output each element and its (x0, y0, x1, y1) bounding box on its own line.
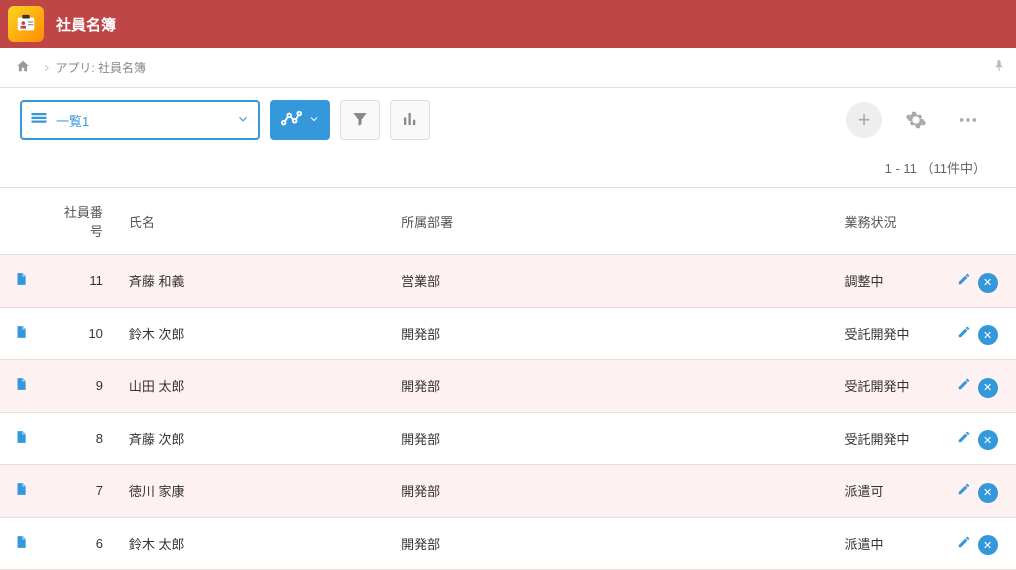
settings-button[interactable] (898, 102, 934, 138)
breadcrumb-text[interactable]: アプリ: 社員名簿 (55, 59, 146, 76)
cell-status: 調整中 (835, 255, 936, 308)
chevron-right-icon: › (44, 59, 49, 77)
cell-dept: 開発部 (391, 517, 834, 570)
pager-text: 1 - 11 （11件中） (0, 152, 1016, 187)
delete-button[interactable]: ✕ (978, 535, 998, 555)
delete-button[interactable]: ✕ (978, 273, 998, 293)
home-icon[interactable] (16, 59, 30, 76)
more-button[interactable] (950, 102, 986, 138)
delete-button[interactable]: ✕ (978, 430, 998, 450)
cell-dept: 開発部 (391, 307, 834, 360)
cell-status: 受託開発中 (835, 360, 936, 413)
edit-button[interactable] (954, 269, 974, 289)
records-table: 社員番号 氏名 所属部署 業務状況 11斉藤 和義営業部調整中✕10鈴木 次郎開… (0, 187, 1016, 570)
cell-status: 受託開発中 (835, 307, 936, 360)
cell-name: 山田 太郎 (119, 360, 391, 413)
app-icon (8, 6, 44, 42)
line-chart-icon (280, 108, 302, 133)
view-label: 一覧1 (56, 111, 236, 130)
edit-button[interactable] (954, 322, 974, 342)
edit-button[interactable] (954, 374, 974, 394)
cell-name: 鈴木 次郎 (119, 307, 391, 360)
col-id[interactable]: 社員番号 (42, 188, 119, 255)
table-row[interactable]: 6鈴木 太郎開発部派遣中 ✕ (0, 517, 1016, 570)
cell-status: 派遣可 (835, 465, 936, 518)
delete-button[interactable]: ✕ (978, 325, 998, 345)
breadcrumb: › アプリ: 社員名簿 (0, 48, 1016, 88)
chart-button[interactable] (390, 100, 430, 140)
cell-id: 8 (42, 412, 119, 465)
cell-dept: 開発部 (391, 465, 834, 518)
table-row[interactable]: 8斉藤 次郎開発部受託開発中 ✕ (0, 412, 1016, 465)
chevron-down-icon (308, 113, 320, 128)
cell-name: 斉藤 和義 (119, 255, 391, 308)
graph-button[interactable] (270, 100, 330, 140)
cell-dept: 営業部 (391, 255, 834, 308)
document-icon[interactable] (14, 538, 28, 553)
table-row[interactable]: 9山田 太郎開発部受託開発中 ✕ (0, 360, 1016, 413)
document-icon[interactable] (14, 275, 28, 290)
cell-name: 鈴木 太郎 (119, 517, 391, 570)
add-button[interactable]: + (846, 102, 882, 138)
cell-id: 9 (42, 360, 119, 413)
filter-button[interactable] (340, 100, 380, 140)
col-status[interactable]: 業務状況 (835, 188, 936, 255)
table-header-row: 社員番号 氏名 所属部署 業務状況 (0, 188, 1016, 255)
cell-dept: 開発部 (391, 360, 834, 413)
chevron-down-icon (236, 112, 250, 129)
app-header: 社員名簿 (0, 0, 1016, 48)
document-icon[interactable] (14, 380, 28, 395)
document-icon[interactable] (14, 485, 28, 500)
table-row[interactable]: 11斉藤 和義営業部調整中 ✕ (0, 255, 1016, 308)
col-dept[interactable]: 所属部署 (391, 188, 834, 255)
cell-id: 7 (42, 465, 119, 518)
cell-status: 受託開発中 (835, 412, 936, 465)
document-icon[interactable] (14, 433, 28, 448)
app-title: 社員名簿 (56, 14, 116, 35)
toolbar-right: + (846, 102, 996, 138)
col-name[interactable]: 氏名 (119, 188, 391, 255)
edit-button[interactable] (954, 479, 974, 499)
document-icon[interactable] (14, 328, 28, 343)
cell-id: 11 (42, 255, 119, 308)
pin-icon[interactable] (992, 59, 1006, 76)
table-row[interactable]: 10鈴木 次郎開発部受託開発中 ✕ (0, 307, 1016, 360)
cell-id: 10 (42, 307, 119, 360)
edit-button[interactable] (954, 427, 974, 447)
cell-dept: 開発部 (391, 412, 834, 465)
bar-chart-icon (401, 110, 419, 131)
cell-name: 斉藤 次郎 (119, 412, 391, 465)
cell-id: 6 (42, 517, 119, 570)
table-row[interactable]: 7徳川 家康開発部派遣可 ✕ (0, 465, 1016, 518)
delete-button[interactable]: ✕ (978, 483, 998, 503)
cell-status: 派遣中 (835, 517, 936, 570)
grid-icon (30, 110, 48, 131)
view-selector[interactable]: 一覧1 (20, 100, 260, 140)
funnel-icon (351, 110, 369, 131)
toolbar: 一覧1 + (0, 88, 1016, 152)
cell-name: 徳川 家康 (119, 465, 391, 518)
edit-button[interactable] (954, 532, 974, 552)
delete-button[interactable]: ✕ (978, 378, 998, 398)
